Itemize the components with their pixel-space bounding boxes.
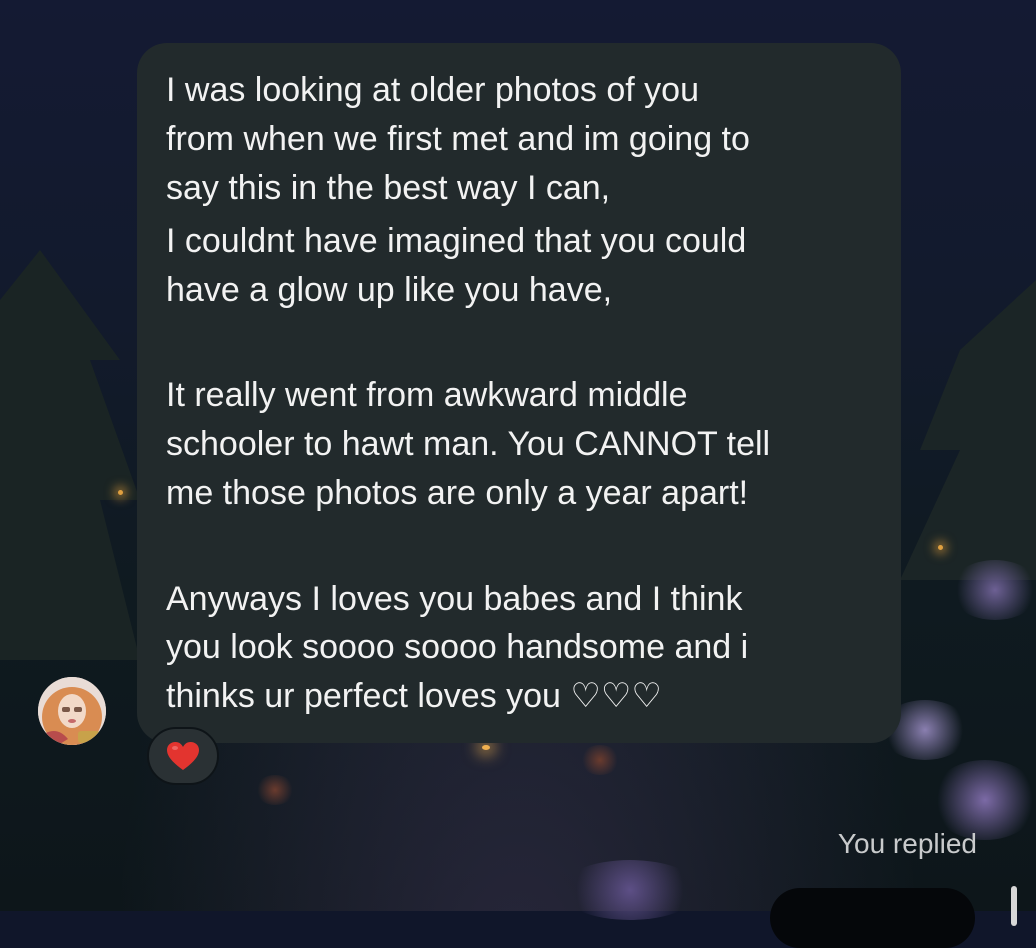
heart-icon <box>167 742 199 770</box>
scrollbar-thumb[interactable] <box>1011 886 1017 926</box>
message-text-line: I couldnt have imagined that you could <box>166 222 747 260</box>
message-text-line: you look soooo soooo handsome and i <box>166 628 749 666</box>
message-text-line: say this in the best way I can, <box>166 169 611 207</box>
profile-photo-icon <box>38 677 106 745</box>
flower-bush <box>950 560 1036 620</box>
sender-avatar[interactable] <box>38 677 106 745</box>
background-tree-right <box>900 280 1036 580</box>
message-text-line: have a glow up like you have, <box>166 271 613 309</box>
you-replied-label: You replied <box>837 828 977 859</box>
message-text-line: It really went from awkward middle <box>166 376 688 414</box>
message-text-line: Anyways I loves you babes and I think <box>166 580 743 618</box>
mushroom <box>580 745 620 775</box>
firefly <box>118 490 123 495</box>
message-text-line: from when we first met and im going to <box>166 120 750 158</box>
message-text-line: thinks ur perfect loves you ♡♡♡ <box>166 677 662 715</box>
sent-message-bubble-partial[interactable] <box>770 888 975 948</box>
lantern-glow <box>482 745 490 750</box>
message-text-line: schooler to hawt man. You CANNOT tell <box>166 425 771 463</box>
message-text-line: me those photos are only a year apart! <box>166 474 749 512</box>
mushroom <box>255 775 295 805</box>
message-text-line: I was looking at older photos of you <box>166 71 699 109</box>
flower-bush <box>560 860 700 920</box>
reaction-badge[interactable] <box>147 727 219 785</box>
firefly <box>938 545 943 550</box>
